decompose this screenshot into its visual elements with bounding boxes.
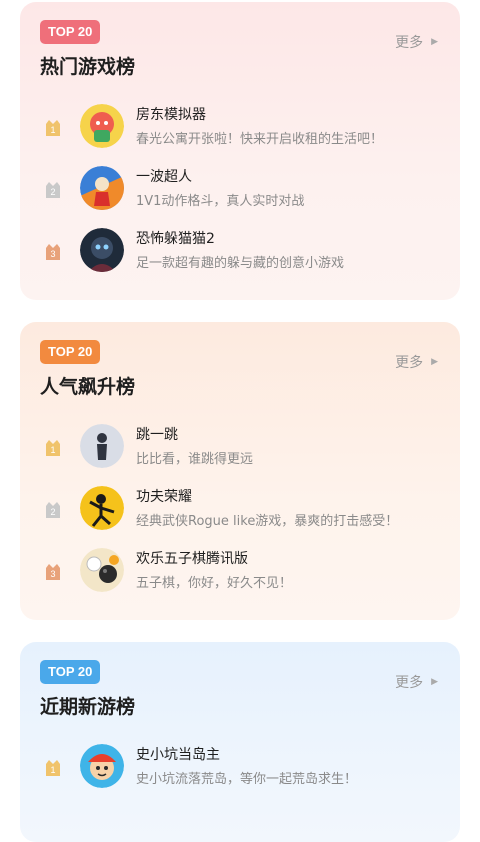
list-item[interactable]: 1 史小坑当岛主 史小坑流落荒岛，等你一起荒岛求生！ — [20, 742, 460, 796]
top20-badge: TOP 20 — [40, 340, 101, 364]
svg-text:2: 2 — [50, 187, 55, 197]
rank-1-icon: 1 — [46, 440, 60, 456]
more-label: 更多 — [395, 675, 424, 691]
game-name: 恐怖躲猫猫2 — [136, 231, 215, 247]
game-name: 房东模拟器 — [136, 107, 206, 123]
list-item[interactable]: 2 一波超人 1V1动作格斗，真人实时对战 — [20, 164, 460, 218]
game-name: 一波超人 — [136, 169, 192, 185]
rank-2-icon: 2 — [46, 182, 60, 198]
gomoku-game-icon — [80, 548, 124, 592]
top20-badge: TOP 20 — [40, 20, 101, 44]
list-item[interactable]: 2 功夫荣耀 经典武侠Rogue like游戏，暴爽的打击感受！ — [20, 484, 460, 538]
chevron-right-icon: ▶ — [431, 677, 438, 687]
game-desc: 经典武侠Rogue like游戏，暴爽的打击感受！ — [136, 514, 399, 529]
svg-text:2: 2 — [50, 507, 55, 517]
game-name: 欢乐五子棋腾讯版 — [136, 551, 248, 567]
list-item[interactable]: 3 欢乐五子棋腾讯版 五子棋，你好，好久不见！ — [20, 546, 460, 600]
chevron-right-icon: ▶ — [431, 357, 438, 367]
svg-text:3: 3 — [50, 569, 55, 579]
rank-3-icon: 3 — [46, 564, 60, 580]
rank-1-icon: 1 — [46, 120, 60, 136]
kungfu-glory-game-icon — [80, 486, 124, 530]
section-title: 近期新游榜 — [40, 696, 136, 718]
jump-game-icon — [80, 424, 124, 468]
wave-hero-game-icon — [80, 166, 124, 210]
section-title: 人气飙升榜 — [40, 376, 136, 398]
new-games-card: TOP 20 近期新游榜 更多 ▶ 1 史小坑当岛主 史小坑流落荒岛，等你一起荒… — [20, 642, 460, 842]
game-name: 史小坑当岛主 — [136, 747, 220, 763]
game-desc: 五子棋，你好，好久不见！ — [136, 576, 293, 591]
game-name: 功夫荣耀 — [136, 489, 192, 505]
section-title: 热门游戏榜 — [40, 56, 136, 78]
list-item[interactable]: 1 跳一跳 比比看，谁跳得更远 — [20, 422, 460, 476]
game-desc: 比比看，谁跳得更远 — [136, 452, 254, 467]
island-owner-game-icon — [80, 744, 124, 788]
rank-3-icon: 3 — [46, 244, 60, 260]
svg-text:1: 1 — [50, 765, 55, 775]
more-link[interactable]: 更多 ▶ — [395, 32, 438, 52]
horror-hide-seek-game-icon — [80, 228, 124, 272]
more-link[interactable]: 更多 ▶ — [395, 352, 438, 372]
svg-text:1: 1 — [50, 445, 55, 455]
hot-games-card: TOP 20 热门游戏榜 更多 ▶ 1 房东模拟器 春光公寓开张啦！快来开启收租… — [20, 2, 460, 300]
landlord-game-icon — [80, 104, 124, 148]
more-link[interactable]: 更多 ▶ — [395, 672, 438, 692]
list-item[interactable]: 3 恐怖躲猫猫2 足一款超有趣的躲与藏的创意小游戏 — [20, 226, 460, 280]
top20-badge: TOP 20 — [40, 660, 101, 684]
game-desc: 春光公寓开张啦！快来开启收租的生活吧！ — [136, 132, 384, 147]
game-desc: 史小坑流落荒岛，等你一起荒岛求生！ — [136, 772, 358, 787]
svg-text:3: 3 — [50, 249, 55, 259]
game-name: 跳一跳 — [136, 427, 178, 443]
rank-2-icon: 2 — [46, 502, 60, 518]
more-label: 更多 — [395, 35, 424, 51]
game-desc: 1V1动作格斗，真人实时对战 — [136, 194, 305, 209]
game-desc: 足一款超有趣的躲与藏的创意小游戏 — [136, 256, 345, 271]
chevron-right-icon: ▶ — [431, 37, 438, 47]
rank-1-icon: 1 — [46, 760, 60, 776]
list-item[interactable]: 1 房东模拟器 春光公寓开张啦！快来开启收租的生活吧！ — [20, 102, 460, 156]
more-label: 更多 — [395, 355, 424, 371]
svg-text:1: 1 — [50, 125, 55, 135]
rising-games-card: TOP 20 人气飙升榜 更多 ▶ 1 跳一跳 比比看，谁跳得更远 2 功夫荣耀… — [20, 322, 460, 620]
